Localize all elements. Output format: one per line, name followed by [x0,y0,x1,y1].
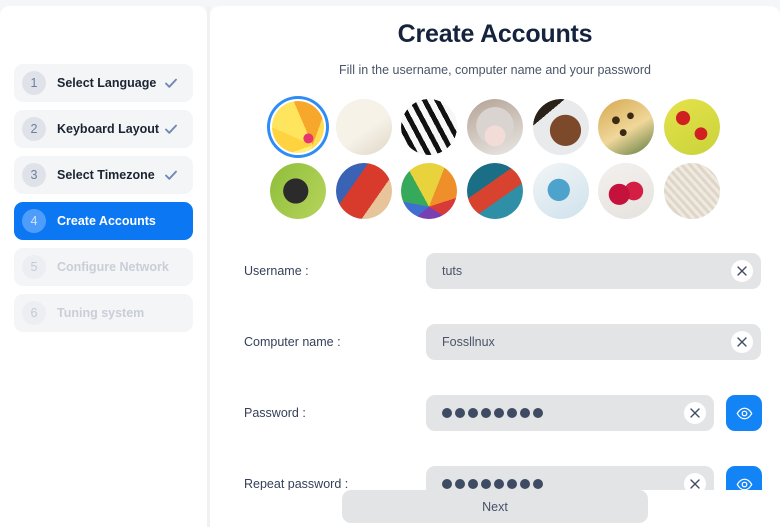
avatar-thumbnail [598,163,655,219]
password-dot [533,479,543,489]
step-number-badge: 5 [22,255,46,279]
avatar-leopard[interactable] [598,99,655,155]
avatar-thumbnail [401,99,458,155]
password-dot [507,408,517,418]
repeat-password-label: Repeat password : [244,477,349,491]
computer-name-row: Computer name : Fossllnux [244,324,762,360]
password-dot [455,408,465,418]
avatar-beige-texture[interactable] [664,163,721,219]
check-icon [163,167,179,183]
eye-icon[interactable] [726,395,762,431]
footer-bar: Next [210,490,780,527]
step-label: Select Language [57,76,157,90]
main-panel: Create Accounts Fill in the username, co… [210,6,780,527]
sidebar-step-tuning-system: 6 Tuning system [14,294,193,332]
password-dot [520,408,530,418]
username-value: tuts [442,264,463,278]
avatar-watercolor-blue[interactable] [532,163,589,219]
password-dot [481,408,491,418]
next-button[interactable]: Next [342,490,648,523]
step-label: Keyboard Layout [57,122,160,136]
step-label: Create Accounts [57,214,156,228]
step-number-badge: 2 [22,117,46,141]
step-number-badge: 3 [22,163,46,187]
avatar-thumbnail [271,101,324,153]
password-input[interactable] [426,395,714,431]
avatar-thumbnail [269,163,326,219]
password-masked-value [426,408,543,418]
avatar-butterfly[interactable] [269,163,326,219]
avatar-thumbnail [335,99,392,155]
password-dot [481,479,491,489]
sidebar-step-select-timezone[interactable]: 3 Select Timezone [14,156,193,194]
step-number-badge: 1 [22,71,46,95]
sidebar-step-create-accounts[interactable]: 4 Create Accounts [14,202,193,240]
avatar-abstract-teal[interactable] [466,163,523,219]
password-dot [533,408,543,418]
avatar-thumbnail [466,99,523,155]
avatar-thumbnail [664,99,721,155]
avatar-flower[interactable] [269,99,326,155]
password-dot [520,479,530,489]
step-label: Select Timezone [57,168,155,182]
computer-name-value: Fossllnux [442,335,495,349]
avatar-thumbnail [532,99,589,155]
close-icon[interactable] [731,331,753,353]
step-label: Tuning system [57,306,145,320]
avatar-ladybugs[interactable] [664,99,721,155]
avatar-raspberries[interactable] [598,163,655,219]
page-title: Create Accounts [397,20,593,48]
avatar-piano[interactable] [401,99,458,155]
step-number-badge: 4 [22,209,46,233]
step-label: Configure Network [57,260,169,274]
steps-sidebar: 1 Select Language 2 Keyboard Layout 3 Select … [0,6,207,527]
avatar-horse[interactable] [532,99,589,155]
avatar-thumbnail [466,163,523,219]
username-input[interactable]: tuts [426,253,761,289]
step-number-badge: 6 [22,301,46,325]
installer-window: 1 Select Language 2 Keyboard Layout 3 Select … [0,0,780,527]
account-form: Username : tuts Computer name : Fossllnu… [210,253,780,502]
close-icon[interactable] [731,260,753,282]
avatar-thumbnail [532,163,589,219]
avatar-abstract-red[interactable] [335,163,392,219]
avatar-picker [265,99,725,219]
computer-name-label: Computer name : [244,335,341,349]
password-dot [468,408,478,418]
password-dot [442,479,452,489]
password-dot [507,479,517,489]
sidebar-step-select-language[interactable]: 1 Select Language [14,64,193,102]
avatar-thumbnail [598,99,655,155]
avatar-thumbnail [664,163,721,219]
page-subtitle: Fill in the username, computer name and … [339,63,651,77]
password-dot [468,479,478,489]
username-row: Username : tuts [244,253,762,289]
avatar-clock[interactable] [335,99,392,155]
password-dot [455,479,465,489]
password-dot [442,408,452,418]
username-label: Username : [244,264,309,278]
avatar-thumbnail [335,163,392,219]
avatar-thumbnail [401,163,458,219]
password-dot [494,479,504,489]
check-icon [163,121,179,137]
check-icon [163,75,179,91]
close-icon[interactable] [684,402,706,424]
avatar-rainbow-umbrella[interactable] [401,163,458,219]
password-dot [494,408,504,418]
repeat-password-masked-value [426,479,543,489]
computer-name-input[interactable]: Fossllnux [426,324,761,360]
sidebar-step-keyboard-layout[interactable]: 2 Keyboard Layout [14,110,193,148]
password-label: Password : [244,406,306,420]
sidebar-step-configure-network: 5 Configure Network [14,248,193,286]
avatar-cat[interactable] [466,99,523,155]
password-row: Password : [244,395,762,431]
